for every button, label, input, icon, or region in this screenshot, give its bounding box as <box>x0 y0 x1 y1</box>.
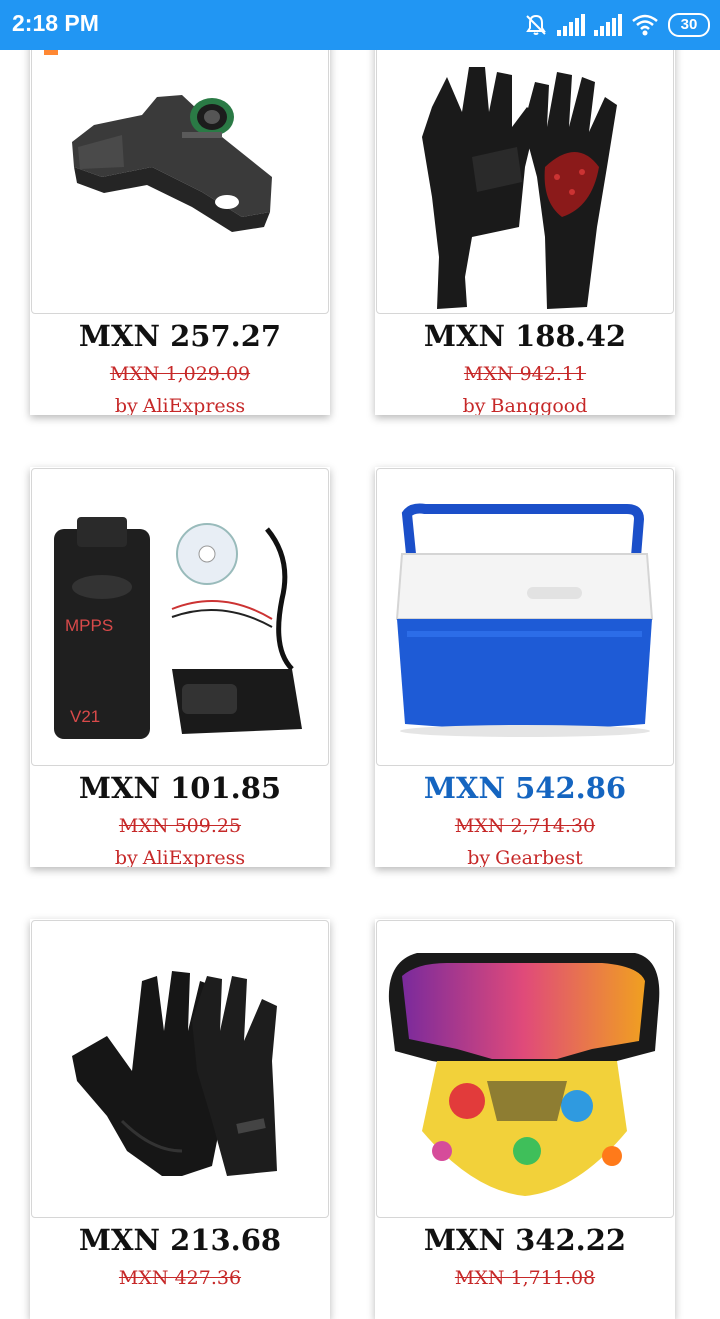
original-price: MXN 509.25 <box>118 815 242 837</box>
store-name: Banggood <box>490 395 588 415</box>
product-card[interactable]: MXN 257.27 MXN 1,029.09 by AliExpress <box>30 15 330 415</box>
product-price: MXN 101.85 <box>78 771 282 805</box>
product-image[interactable]: MPPS V21 <box>31 468 329 766</box>
original-price: MXN 942.11 <box>463 363 587 385</box>
product-image[interactable] <box>376 468 674 766</box>
store-prefix: by <box>462 395 486 415</box>
store-label[interactable]: by Gearbest <box>375 847 675 867</box>
obd-diagnostic-kit-image: MPPS V21 <box>54 517 302 739</box>
product-price: MXN 542.86 <box>423 771 627 805</box>
store-prefix: by <box>467 847 491 867</box>
product-grid: MXN 257.27 MXN 1,029.09 by AliExpress MXN… <box>0 0 720 1319</box>
cooler-box-image <box>395 503 654 737</box>
mpps-label: MPPS <box>65 616 113 635</box>
product-price: MXN 257.27 <box>78 319 282 353</box>
original-price: MXN 427.36 <box>118 1267 242 1289</box>
product-card[interactable]: MPPS V21 MXN 101.85 MXN 509.25 by AliExpr… <box>30 467 330 867</box>
alarm-off-icon <box>526 14 546 35</box>
store-name: AliExpress <box>142 395 246 415</box>
product-image[interactable] <box>376 920 674 1218</box>
product-price: MXN 188.42 <box>423 319 627 353</box>
touchscreen-gloves-image <box>422 67 617 309</box>
status-icons: 30 <box>524 11 710 39</box>
product-card[interactable]: MXN 342.22 MXN 1,711.08 <box>375 919 675 1319</box>
original-price: MXN 1,029.09 <box>109 363 251 385</box>
v21-label: V21 <box>70 707 100 726</box>
battery-indicator: 30 <box>668 13 710 37</box>
wifi-icon <box>632 14 658 36</box>
store-prefix: by <box>114 395 138 415</box>
product-card[interactable]: MXN 542.86 MXN 2,714.30 by Gearbest <box>375 467 675 867</box>
status-time: 2:18 PM <box>12 10 99 36</box>
store-name: AliExpress <box>142 847 246 867</box>
product-card[interactable]: MXN 188.42 MXN 942.11 by Banggood <box>375 15 675 415</box>
original-price: MXN 2,714.30 <box>454 815 596 837</box>
store-label[interactable]: by AliExpress <box>30 847 330 867</box>
store-label[interactable]: by AliExpress <box>30 395 330 415</box>
signal-icon <box>557 14 585 36</box>
product-image[interactable] <box>31 16 329 314</box>
product-image[interactable] <box>31 920 329 1218</box>
product-price: MXN 213.68 <box>78 1223 282 1257</box>
product-price: MXN 342.22 <box>423 1223 627 1257</box>
map-sensor-image <box>44 45 272 232</box>
product-image[interactable] <box>376 16 674 314</box>
store-prefix: by <box>114 847 138 867</box>
store-name: Gearbest <box>495 847 583 867</box>
original-price: MXN 1,711.08 <box>454 1267 596 1289</box>
signal-icon <box>594 14 622 36</box>
goggles-mask-image <box>388 953 660 1196</box>
status-bar: 2:18 PM 30 <box>0 0 720 50</box>
store-label[interactable]: by Banggood <box>375 395 675 415</box>
product-card[interactable]: MXN 213.68 MXN 427.36 <box>30 919 330 1319</box>
black-gloves-image <box>72 971 277 1176</box>
